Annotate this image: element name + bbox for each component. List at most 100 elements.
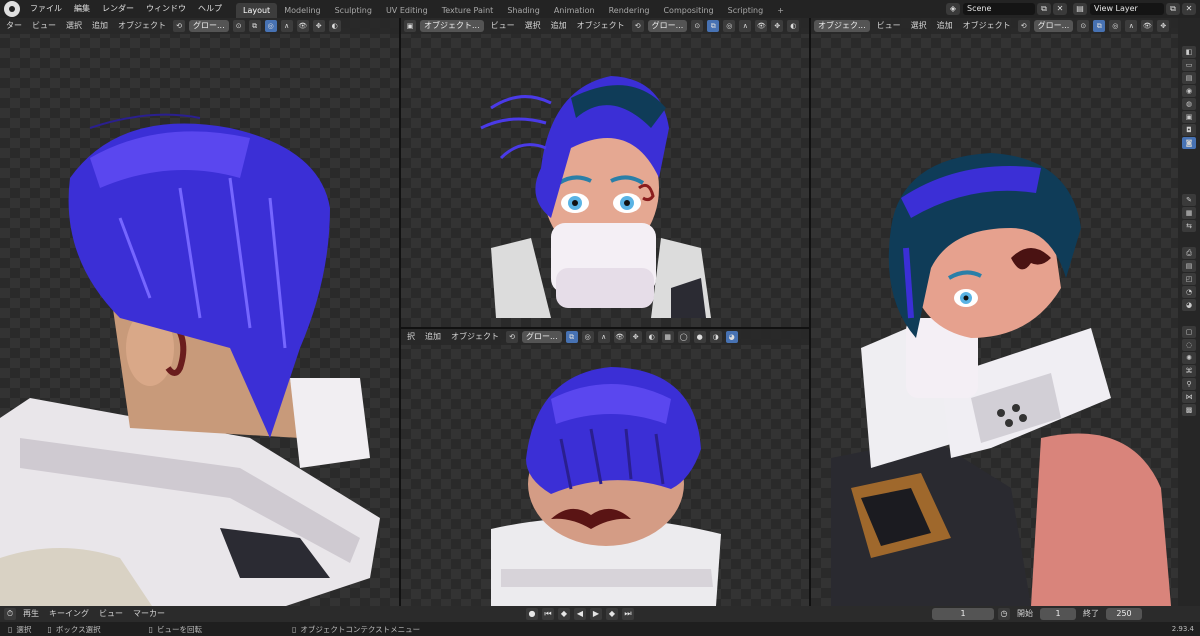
modifier-icon[interactable]: ◌	[1182, 339, 1196, 351]
particles-icon[interactable]: ✺	[1182, 352, 1196, 364]
menu-render[interactable]: レンダー	[96, 0, 140, 18]
viewport-right-menu-object[interactable]: オブジェクト	[960, 18, 1014, 34]
tab-layout[interactable]: Layout	[236, 2, 278, 18]
viewport-right[interactable]: オブジェク... ビュー 選択 追加 オブジェクト ⟲ グロー... ⊙ ⧉ ◎…	[811, 18, 1178, 606]
add-workspace-button[interactable]: +	[770, 3, 791, 18]
proportional-icon[interactable]: ◎	[264, 20, 277, 32]
current-frame-field[interactable]: 1	[932, 608, 994, 620]
scene-icon[interactable]: ◈	[946, 3, 960, 15]
new-scene-icon[interactable]: ⧉	[1037, 3, 1051, 15]
camera-tab-icon-1[interactable]: ◘	[1182, 124, 1196, 136]
timeline-menu-playback[interactable]: 再生	[20, 606, 42, 622]
rendered-shading-icon[interactable]: ◕	[725, 331, 738, 343]
tab-texture-paint[interactable]: Texture Paint	[435, 3, 501, 18]
prev-keyframe-icon[interactable]: ◆	[558, 608, 570, 620]
tab-uv-editing[interactable]: UV Editing	[379, 3, 435, 18]
render-settings-icon[interactable]: ▦	[1182, 207, 1196, 219]
viewport-top-menu-add[interactable]: 追加	[548, 18, 570, 34]
mode-icon[interactable]: ▣	[404, 20, 416, 32]
viewport-bottom-menu-select[interactable]: 択	[404, 329, 418, 345]
falloff-icon[interactable]: ∧	[280, 20, 293, 32]
end-frame-field[interactable]: 250	[1106, 608, 1142, 620]
gizmo-icon[interactable]: ✥	[629, 331, 642, 343]
print-icon[interactable]: ▤	[1182, 260, 1196, 272]
falloff-icon[interactable]: ∧	[597, 331, 610, 343]
object-props-icon[interactable]: ▢	[1182, 326, 1196, 338]
menu-edit[interactable]: 編集	[68, 0, 96, 18]
world-props-icon[interactable]: ◕	[1182, 299, 1196, 311]
viewport-right-menu-add[interactable]: 追加	[934, 18, 956, 34]
physics-icon[interactable]: ⌘	[1182, 365, 1196, 377]
viewport-bottom-transform-dropdown[interactable]: グロー...	[522, 331, 562, 343]
timeline-menu-marker[interactable]: マーカー	[130, 606, 168, 622]
material-icon[interactable]: ▩	[1182, 404, 1196, 416]
viewport-top-transform-dropdown[interactable]: グロー...	[647, 20, 688, 32]
blender-logo-icon[interactable]	[4, 1, 20, 17]
start-frame-field[interactable]: 1	[1040, 608, 1076, 620]
transform-orientation-icon[interactable]: ⟲	[173, 20, 185, 32]
scene-props-icon[interactable]: ◔	[1182, 286, 1196, 298]
viewport-left-transform-dropdown[interactable]: グロー...	[189, 20, 229, 32]
close-view-layer-icon[interactable]: ✕	[1182, 3, 1196, 15]
play-icon[interactable]: ▶	[590, 608, 602, 620]
overlay-icon[interactable]: ◐	[328, 20, 341, 32]
timeline-menu-keying[interactable]: キーイング	[46, 606, 92, 622]
render-tab-icon[interactable]: ◧	[1182, 46, 1196, 58]
viewport-bottom-center[interactable]: 択 追加 オブジェクト ⟲ グロー... ⧉ ◎ ∧ 👁 ✥ ◐ ▦ ◯ ● ◑…	[401, 329, 809, 606]
gizmo-icon[interactable]: ✥	[312, 20, 325, 32]
new-view-layer-icon[interactable]: ⧉	[1166, 3, 1180, 15]
play-reverse-icon[interactable]: ◀	[574, 608, 586, 620]
tab-rendering[interactable]: Rendering	[602, 3, 657, 18]
viewport-top-menu-view[interactable]: ビュー	[488, 18, 518, 34]
pivot-icon[interactable]: ⊙	[1077, 20, 1090, 32]
viewport-right-menu-select[interactable]: 選択	[908, 18, 930, 34]
solid-shading-icon[interactable]: ●	[693, 331, 706, 343]
jump-end-icon[interactable]: ⏭	[622, 608, 634, 620]
output-icon[interactable]: ⎙	[1182, 247, 1196, 259]
transform-orientation-icon[interactable]: ⟲	[506, 331, 518, 343]
next-keyframe-icon[interactable]: ◆	[606, 608, 618, 620]
visibility-icon[interactable]: 👁	[1141, 20, 1154, 32]
viewport-right-menu-view[interactable]: ビュー	[874, 18, 904, 34]
proportional-icon[interactable]: ◎	[581, 331, 594, 343]
transform-orientation-icon[interactable]: ⟲	[1017, 20, 1030, 32]
gizmo-icon[interactable]: ✥	[1157, 20, 1170, 32]
timeline-menu-view[interactable]: ビュー	[96, 606, 126, 622]
world-tab-icon[interactable]: ◍	[1182, 98, 1196, 110]
snap-icon[interactable]: ⧉	[248, 20, 261, 32]
pivot-icon[interactable]: ⊙	[232, 20, 245, 32]
timeline-editor-icon[interactable]: ⏱	[4, 608, 16, 620]
viewport-left-menu-object[interactable]: オブジェクト	[115, 18, 169, 34]
viewport-bottom-menu-object[interactable]: オブジェクト	[448, 329, 502, 345]
snap-icon[interactable]: ⧉	[565, 331, 578, 343]
viewport-left-menu-view[interactable]: ビュー	[29, 18, 59, 34]
tab-sculpting[interactable]: Sculpting	[328, 3, 379, 18]
visibility-icon[interactable]: 👁	[613, 331, 626, 343]
pivot-icon[interactable]: ⊙	[691, 20, 704, 32]
viewport-bottom-menu-add[interactable]: 追加	[422, 329, 444, 345]
data-icon[interactable]: ⋈	[1182, 391, 1196, 403]
gizmo-icon[interactable]: ✥	[771, 20, 784, 32]
visibility-icon[interactable]: 👁	[296, 20, 309, 32]
viewport-top-center[interactable]: ▣ オブジェクト... ビュー 選択 追加 オブジェクト ⟲ グロー... ⊙ …	[401, 18, 809, 327]
view-layer-field[interactable]: View Layer	[1090, 3, 1164, 15]
menu-window[interactable]: ウィンドウ	[140, 0, 192, 18]
snap-icon[interactable]: ⧉	[707, 20, 720, 32]
clock-icon[interactable]: ◷	[998, 608, 1010, 620]
transform-orientation-icon[interactable]: ⟲	[631, 20, 644, 32]
viewport-top-menu-select[interactable]: 選択	[522, 18, 544, 34]
xray-icon[interactable]: ▦	[661, 331, 674, 343]
scene-tab-icon[interactable]: ◉	[1182, 85, 1196, 97]
tab-compositing[interactable]: Compositing	[656, 3, 720, 18]
material-shading-icon[interactable]: ◑	[709, 331, 722, 343]
viewport-left-mode[interactable]: ター	[3, 18, 25, 34]
overlay-icon[interactable]: ◐	[645, 331, 658, 343]
jump-start-icon[interactable]: ⏮	[542, 608, 554, 620]
viewport-right-transform-dropdown[interactable]: グロー...	[1033, 20, 1074, 32]
constraints-icon[interactable]: ⚲	[1182, 378, 1196, 390]
falloff-icon[interactable]: ∧	[1125, 20, 1138, 32]
tab-scripting[interactable]: Scripting	[721, 3, 771, 18]
visibility-icon[interactable]: 👁	[755, 20, 768, 32]
viewport-left[interactable]: ター ビュー 選択 追加 オブジェクト ⟲ グロー... ⊙ ⧉ ◎ ∧ 👁 ✥…	[0, 18, 399, 606]
snap-icon[interactable]: ⧉	[1093, 20, 1106, 32]
